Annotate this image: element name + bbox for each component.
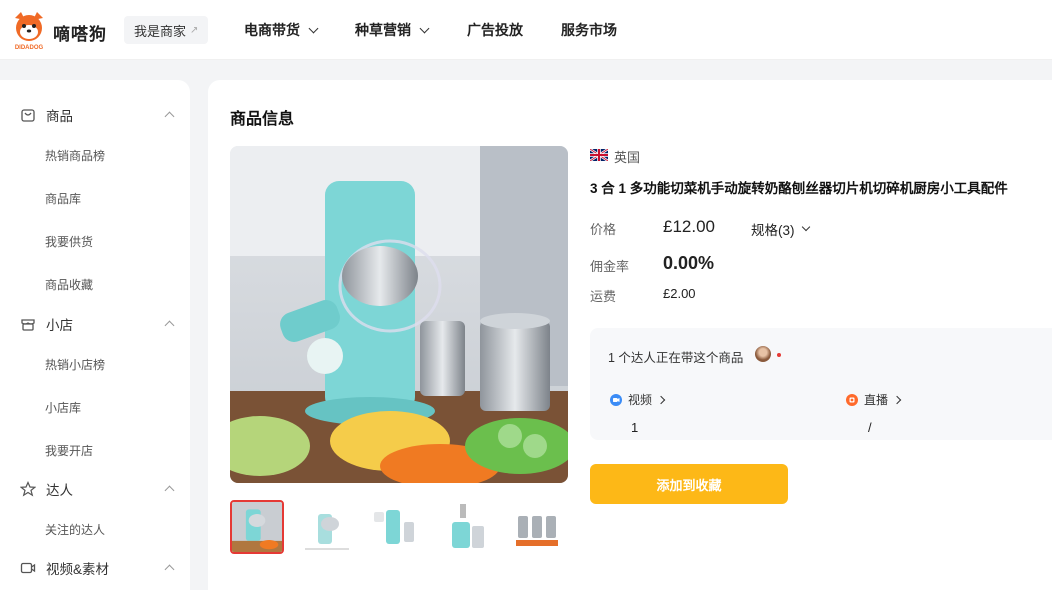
uk-flag-icon: [590, 149, 608, 161]
live-icon: [846, 393, 858, 406]
bag-icon: [21, 109, 35, 122]
video-stat-link[interactable]: 视频: [610, 391, 666, 408]
svg-text:DIDADOG: DIDADOG: [15, 45, 44, 50]
nav-label: 种草营销: [355, 22, 411, 38]
nav-service-market[interactable]: 服务市场: [561, 20, 617, 40]
external-link-icon: ↗: [190, 24, 199, 36]
spec-label: 规格(3): [751, 223, 795, 238]
video-icon: [20, 562, 36, 574]
shipping-value: £2.00: [663, 286, 696, 301]
sidebar-item-supply[interactable]: 我要供货: [45, 233, 93, 250]
product-thumbnail[interactable]: [510, 500, 564, 554]
shop-icon: [21, 319, 35, 331]
product-title: 3 合 1 多功能切菜机手动旋转奶酪刨丝器切片机切碎机厨房小工具配件: [590, 181, 1008, 196]
nav-ads[interactable]: 广告投放: [467, 20, 523, 40]
chevron-down-icon: [308, 23, 319, 33]
live-count: /: [868, 420, 872, 435]
sidebar-item-product-library[interactable]: 商品库: [45, 190, 81, 207]
indicator-dot: [777, 353, 781, 357]
chevron-up-icon[interactable]: [164, 320, 175, 331]
avatar[interactable]: [755, 346, 771, 362]
video-count: 1: [631, 420, 639, 435]
add-to-favorites-button[interactable]: 添加到收藏: [590, 464, 788, 504]
nav-label: 广告投放: [467, 22, 523, 38]
live-label: 直播: [864, 393, 889, 407]
product-country: 英国: [614, 150, 641, 165]
chevron-up-icon[interactable]: [164, 111, 175, 122]
sidebar-section-influencers[interactable]: 达人: [0, 477, 190, 501]
nav-label: 服务市场: [561, 22, 617, 38]
chevron-up-icon[interactable]: [164, 485, 175, 496]
sidebar-item-followed-influencers[interactable]: 关注的达人: [45, 521, 105, 538]
commission-label: 佣金率: [590, 259, 630, 274]
top-navbar: DIDADOG 嘀嗒狗 我是商家 ↗ 电商带货 种草营销 广告投放 服务市场: [0, 0, 1052, 60]
nav-ecommerce[interactable]: 电商带货: [244, 20, 319, 40]
sidebar-section-label: 小店: [46, 318, 73, 333]
star-icon: [20, 481, 36, 497]
sidebar-section-label: 商品: [46, 109, 73, 124]
sidebar-section-shops[interactable]: 小店: [0, 312, 190, 336]
sidebar-item-shop-library[interactable]: 小店库: [45, 399, 81, 416]
sidebar-section-products[interactable]: 商品: [0, 103, 190, 127]
video-label: 视频: [628, 393, 653, 407]
shipping-label: 运费: [590, 289, 617, 304]
sidebar-item-product-favorites[interactable]: 商品收藏: [45, 276, 93, 293]
commission-value: 0.00%: [663, 253, 715, 273]
price-label: 价格: [590, 222, 617, 237]
price-value: £12.00: [663, 217, 715, 236]
page-title: 商品信息: [230, 111, 295, 128]
product-main-image: [230, 146, 568, 483]
product-thumbnail[interactable]: [440, 500, 494, 554]
merchant-link-label: 我是商家: [134, 23, 187, 39]
sidebar-item-open-shop[interactable]: 我要开店: [45, 442, 93, 459]
product-thumbnail[interactable]: [230, 500, 284, 554]
chevron-down-icon: [419, 23, 430, 33]
live-stat-link[interactable]: 直播: [846, 391, 902, 408]
product-thumbnail[interactable]: [300, 500, 354, 554]
sidebar-section-label: 视频&素材: [46, 562, 110, 577]
merchant-link[interactable]: 我是商家 ↗: [124, 16, 209, 44]
didadog-logo[interactable]: DIDADOG: [10, 10, 48, 50]
sidebar-section-videos[interactable]: 视频&素材: [0, 556, 190, 580]
product-thumbnail[interactable]: [370, 500, 424, 554]
chevron-up-icon[interactable]: [164, 564, 175, 575]
sidebar-item-hot-shops[interactable]: 热销小店榜: [45, 356, 105, 373]
chevron-down-icon: [801, 222, 810, 232]
nav-label: 电商带货: [244, 22, 300, 38]
spec-dropdown[interactable]: 规格(3): [751, 219, 810, 239]
chevron-right-icon: [892, 395, 902, 404]
sidebar-item-hot-products[interactable]: 热销商品榜: [45, 147, 105, 164]
nav-seeding[interactable]: 种草营销: [355, 20, 430, 40]
sidebar-section-label: 达人: [46, 483, 73, 498]
influencer-count-text: 1 个达人正在带这个商品: [608, 351, 744, 365]
chevron-right-icon: [656, 395, 666, 404]
influencer-card: [590, 328, 1052, 440]
video-icon: [610, 393, 622, 406]
brand-name[interactable]: 嘀嗒狗: [53, 20, 107, 45]
